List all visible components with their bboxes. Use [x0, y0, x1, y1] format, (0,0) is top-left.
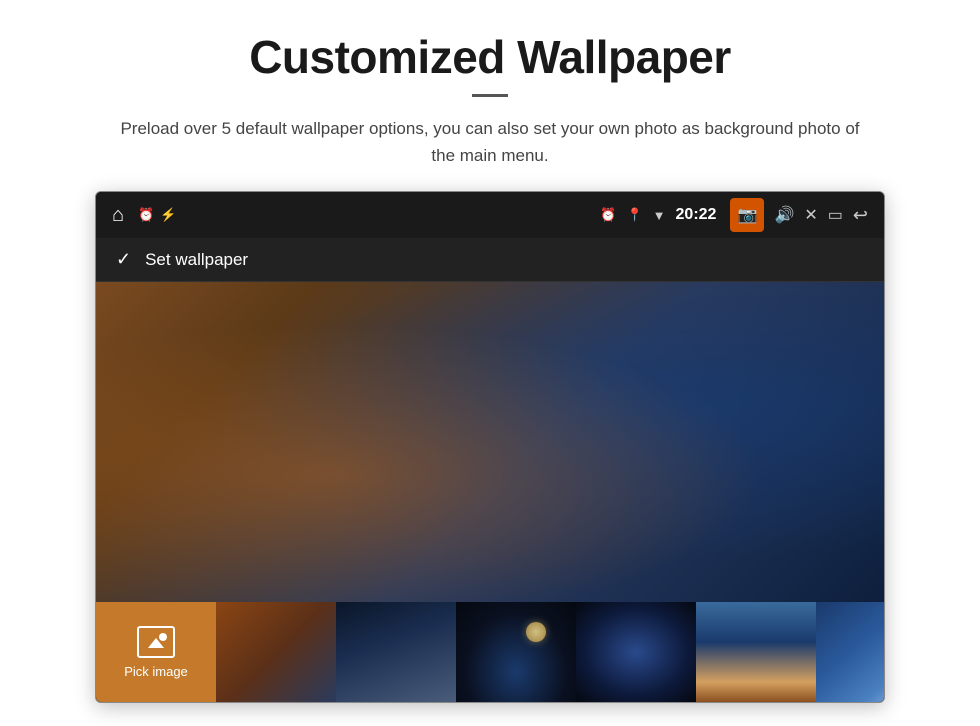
status-bar-right: ⏰ 📍 ▼ 20:22 📷 🔊 ✕ ▭ ↩	[600, 198, 868, 232]
page-title: Customized Wallpaper	[249, 30, 731, 84]
pick-image-icon	[137, 626, 175, 658]
pick-image-thumb[interactable]: Pick image	[96, 602, 216, 702]
wallpaper-thumb-6[interactable]	[816, 602, 884, 702]
wallpaper-thumb-2[interactable]	[336, 602, 456, 702]
wallpaper-thumb-3[interactable]	[456, 602, 576, 702]
back-icon[interactable]: ↩	[853, 205, 868, 226]
home-icon[interactable]: ⌂	[112, 204, 124, 227]
page-subtitle: Preload over 5 default wallpaper options…	[110, 115, 870, 169]
pick-image-label: Pick image	[124, 664, 188, 679]
status-bar: ⌂ ⏰ ⚡ ⏰ 📍 ▼ 20:22 📷 🔊 ✕ ▭ ↩	[96, 192, 884, 238]
set-wallpaper-bar: ✓ Set wallpaper	[96, 238, 884, 282]
wallpaper-thumb-1[interactable]	[216, 602, 336, 702]
check-icon: ✓	[116, 249, 131, 270]
volume-icon[interactable]: 🔊	[774, 205, 794, 225]
status-icons-left: ⏰ ⚡	[138, 207, 176, 223]
alarm-icon: ⏰	[138, 207, 154, 223]
title-divider	[472, 94, 508, 97]
wallpaper-main-display	[96, 282, 884, 602]
location-icon: 📍	[626, 207, 642, 223]
set-wallpaper-label: Set wallpaper	[145, 250, 248, 270]
thumbnail-strip: Pick image	[96, 602, 884, 702]
status-bar-left: ⌂ ⏰ ⚡	[112, 204, 176, 227]
wallpaper-thumb-4[interactable]	[576, 602, 696, 702]
wallpaper-thumb-5[interactable]	[696, 602, 816, 702]
time-display: 20:22	[676, 206, 717, 224]
page-wrapper: Customized Wallpaper Preload over 5 defa…	[0, 0, 980, 726]
device-screen: ⌂ ⏰ ⚡ ⏰ 📍 ▼ 20:22 📷 🔊 ✕ ▭ ↩	[95, 191, 885, 703]
usb-icon: ⚡	[160, 207, 176, 223]
wifi-icon: ▼	[653, 208, 666, 223]
camera-button[interactable]: 📷	[730, 198, 764, 232]
camera-icon: 📷	[737, 205, 757, 225]
close-icon[interactable]: ✕	[804, 205, 817, 225]
window-icon[interactable]: ▭	[828, 205, 843, 225]
alarm-icon-right: ⏰	[600, 207, 616, 223]
